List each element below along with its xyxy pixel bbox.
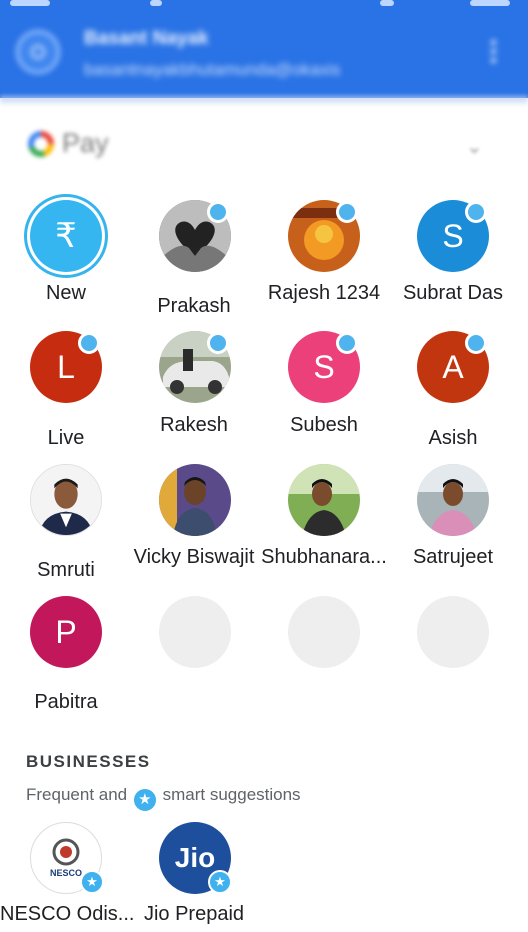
account-email: basantnayakbhutamunda@okaxis	[84, 60, 341, 79]
rupee-icon: ₹	[30, 200, 102, 272]
contact-name: Shubhanara...	[261, 546, 387, 568]
star-icon: ★	[133, 789, 156, 811]
contact-name: Vicky Biswajit	[133, 546, 255, 568]
contact-photo	[288, 464, 360, 536]
star-icon: ★	[208, 870, 232, 894]
online-badge	[336, 332, 358, 354]
contact-name: Subrat Das	[402, 282, 504, 304]
account-avatar[interactable]	[16, 30, 60, 74]
online-badge	[336, 201, 358, 223]
star-icon: ★	[80, 870, 104, 894]
gpay-selector[interactable]: Pay ⌄	[0, 116, 528, 176]
contact-name: Satrujeet	[412, 546, 494, 568]
online-badge	[207, 201, 229, 223]
online-badge	[78, 332, 100, 354]
contact-name: Rakesh	[160, 414, 228, 436]
gpay-logo: Pay	[28, 128, 109, 159]
online-badge	[465, 201, 487, 223]
contact-placeholder	[417, 596, 489, 668]
contact-name: Live	[47, 427, 85, 449]
account-name: Basant Nayak	[84, 28, 209, 49]
businesses-subtitle: Frequent and ★ smart suggestions	[26, 785, 301, 811]
chevron-down-icon[interactable]: ⌄	[466, 134, 483, 159]
contact-name: Pabitra	[34, 691, 98, 713]
business-name: NESCO Odis...	[0, 903, 135, 925]
contact-name: Rajesh 1234	[267, 282, 381, 304]
contact-placeholder	[288, 596, 360, 668]
contact-photo	[159, 464, 231, 536]
business-name: Jio Prepaid	[143, 903, 245, 925]
online-badge	[207, 332, 229, 354]
account-header: Basant Nayak basantnayakbhutamunda@okaxi…	[0, 0, 528, 98]
contact-name: Prakash	[157, 295, 231, 317]
businesses-heading: BUSINESSES	[26, 752, 151, 771]
more-options-icon[interactable]	[490, 40, 498, 66]
contact-name: Subesh	[290, 414, 358, 436]
contact-name: Asish	[428, 427, 478, 449]
google-g-icon	[28, 130, 54, 157]
contact-initial: P	[30, 596, 102, 668]
contact-name: New	[45, 282, 86, 304]
contact-photo	[30, 464, 102, 536]
contact-name: Smruti	[37, 559, 95, 581]
contact-placeholder	[159, 596, 231, 668]
contact-photo	[417, 464, 489, 536]
online-badge	[465, 332, 487, 354]
